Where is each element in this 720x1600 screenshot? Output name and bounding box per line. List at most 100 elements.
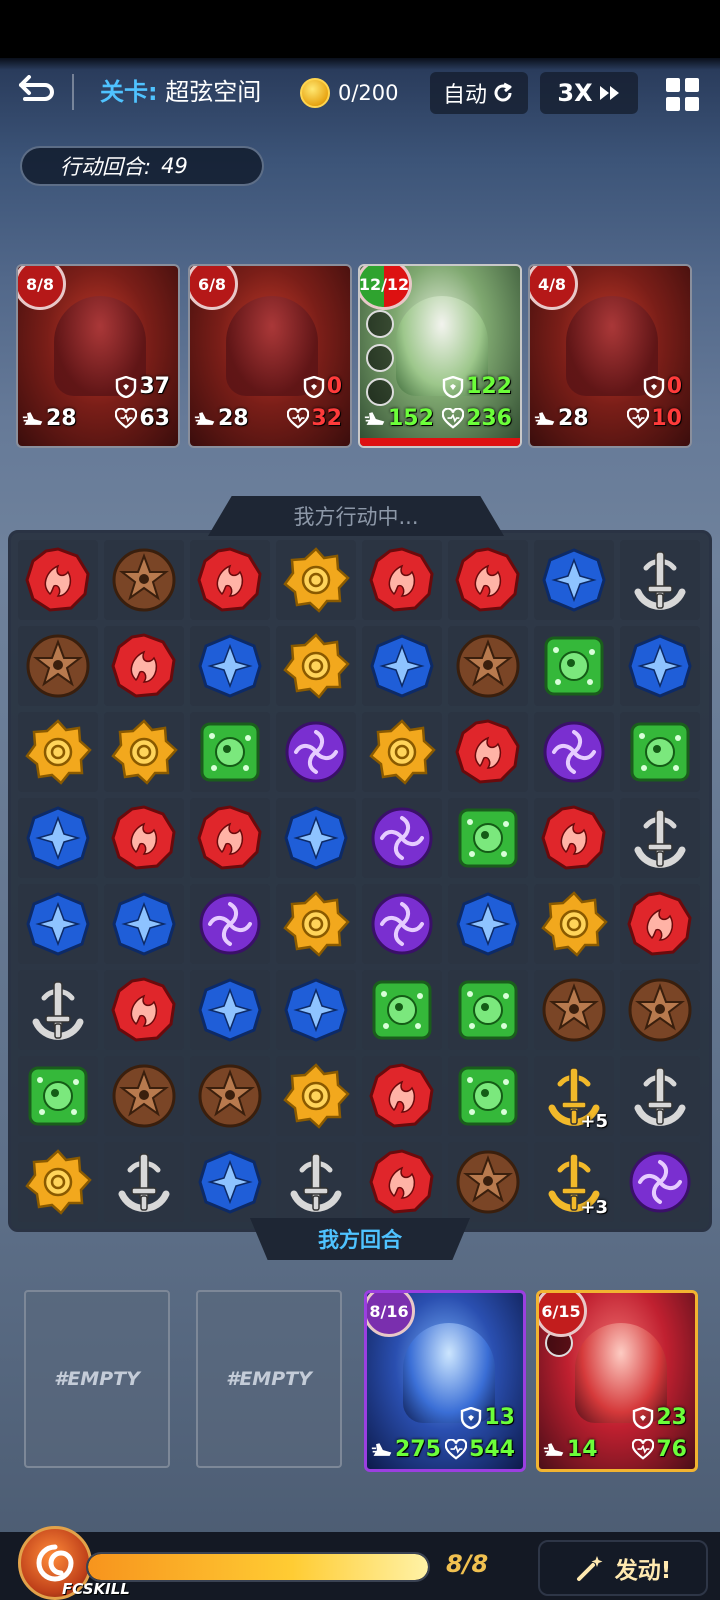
enemy-card[interactable]: 4/8 0 28 10 <box>528 264 692 448</box>
boot-icon <box>364 408 386 430</box>
ally-card[interactable]: 8/16 13 275 544 <box>364 1290 526 1472</box>
board-cell[interactable] <box>620 970 700 1050</box>
board-cell[interactable] <box>18 798 98 878</box>
back-button[interactable] <box>14 70 58 110</box>
board-cell[interactable] <box>190 884 270 964</box>
board-cell[interactable] <box>276 798 356 878</box>
empty-party-slot[interactable]: #EMPTY <box>196 1290 342 1468</box>
topbar-divider <box>72 74 74 110</box>
board-cell[interactable] <box>362 712 442 792</box>
board-cell[interactable] <box>448 970 528 1050</box>
boot-icon <box>22 408 44 430</box>
enemy-hp: 32 <box>287 406 342 431</box>
board-cell[interactable] <box>534 970 614 1050</box>
skill-icon[interactable] <box>366 310 394 338</box>
enemy-card[interactable]: 8/8 37 28 63 <box>16 264 180 448</box>
blue-gem-icon <box>282 804 350 872</box>
board-cell[interactable] <box>448 798 528 878</box>
board-cell[interactable] <box>534 540 614 620</box>
board-cell[interactable] <box>534 798 614 878</box>
heart-icon <box>442 407 465 430</box>
board-cell[interactable] <box>18 884 98 964</box>
brown-gem-icon <box>626 976 694 1044</box>
enemy-card-boss[interactable]: 12/12 122 152 236 <box>358 264 522 448</box>
board-cell[interactable] <box>620 1056 700 1136</box>
board-cell[interactable] <box>362 540 442 620</box>
board-cell[interactable] <box>362 626 442 706</box>
board-cell[interactable] <box>448 1142 528 1222</box>
board-cell[interactable] <box>448 540 528 620</box>
menu-grid-button[interactable] <box>660 72 704 116</box>
board-cell[interactable] <box>18 970 98 1050</box>
board-cell[interactable] <box>620 626 700 706</box>
boot-icon <box>534 408 556 430</box>
skill-icon[interactable] <box>366 344 394 372</box>
board-cell[interactable] <box>190 1142 270 1222</box>
board-cell[interactable] <box>448 1056 528 1136</box>
board-cell[interactable] <box>620 1142 700 1222</box>
board-cell[interactable] <box>362 798 442 878</box>
board-cell[interactable] <box>190 1056 270 1136</box>
yellow-gem-icon <box>282 890 350 958</box>
board-cell[interactable] <box>104 884 184 964</box>
board-cell[interactable]: +3 <box>534 1142 614 1222</box>
board-cell[interactable]: +5 <box>534 1056 614 1136</box>
brown-gem-icon <box>110 546 178 614</box>
board-cell[interactable] <box>276 712 356 792</box>
board-cell[interactable] <box>276 884 356 964</box>
board-cell[interactable] <box>620 884 700 964</box>
ally-card[interactable]: 6/15 23 14 76 <box>536 1290 698 1472</box>
board-cell[interactable] <box>18 540 98 620</box>
skill-icon[interactable] <box>366 378 394 406</box>
board-cell[interactable] <box>190 712 270 792</box>
board-cell[interactable] <box>448 712 528 792</box>
board-cell[interactable] <box>190 626 270 706</box>
empty-party-slot[interactable]: #EMPTY <box>24 1290 170 1468</box>
enemy-hp: 236 <box>442 406 512 431</box>
board-cell[interactable] <box>534 626 614 706</box>
brown-gem-icon <box>110 1062 178 1130</box>
board-cell[interactable] <box>620 798 700 878</box>
swirl-icon <box>36 1544 74 1582</box>
board-cell[interactable] <box>104 798 184 878</box>
enemy-defense-value: 0 <box>326 374 342 399</box>
board-cell[interactable] <box>104 626 184 706</box>
board-cell[interactable] <box>104 540 184 620</box>
board-cell[interactable] <box>276 626 356 706</box>
auto-button[interactable]: 自动 <box>430 72 528 114</box>
board-cell[interactable] <box>190 798 270 878</box>
board-cell[interactable] <box>18 712 98 792</box>
board-cell[interactable] <box>362 1142 442 1222</box>
board-cell[interactable] <box>276 1056 356 1136</box>
ally-hp-value: 544 <box>469 1437 515 1462</box>
board-cell[interactable] <box>362 1056 442 1136</box>
board-cell[interactable] <box>534 884 614 964</box>
launch-skill-button[interactable]: 发动! <box>538 1540 708 1596</box>
board-cell[interactable] <box>534 712 614 792</box>
board-cell[interactable] <box>620 712 700 792</box>
board-cell[interactable] <box>448 884 528 964</box>
board-cell[interactable] <box>18 1056 98 1136</box>
board-cell[interactable] <box>276 540 356 620</box>
board-cell[interactable] <box>276 970 356 1050</box>
blue-gem-icon <box>196 632 264 700</box>
yellow-gem-icon <box>282 546 350 614</box>
board-cell[interactable] <box>448 626 528 706</box>
ally-charge-badge: 8/16 <box>367 1293 415 1337</box>
board-cell[interactable] <box>620 540 700 620</box>
board-cell[interactable] <box>362 970 442 1050</box>
board-cell[interactable] <box>190 540 270 620</box>
board-cell[interactable] <box>104 1142 184 1222</box>
speed-button[interactable]: 3X <box>540 72 638 114</box>
sword-gem-icon <box>282 1148 350 1216</box>
enemy-card[interactable]: 6/8 0 28 32 <box>188 264 352 448</box>
board-cell[interactable] <box>190 970 270 1050</box>
board-cell[interactable] <box>276 1142 356 1222</box>
energy-count: 8/8 <box>446 1550 489 1578</box>
board-cell[interactable] <box>104 712 184 792</box>
board-cell[interactable] <box>18 1142 98 1222</box>
board-cell[interactable] <box>104 970 184 1050</box>
board-cell[interactable] <box>18 626 98 706</box>
board-cell[interactable] <box>362 884 442 964</box>
board-cell[interactable] <box>104 1056 184 1136</box>
